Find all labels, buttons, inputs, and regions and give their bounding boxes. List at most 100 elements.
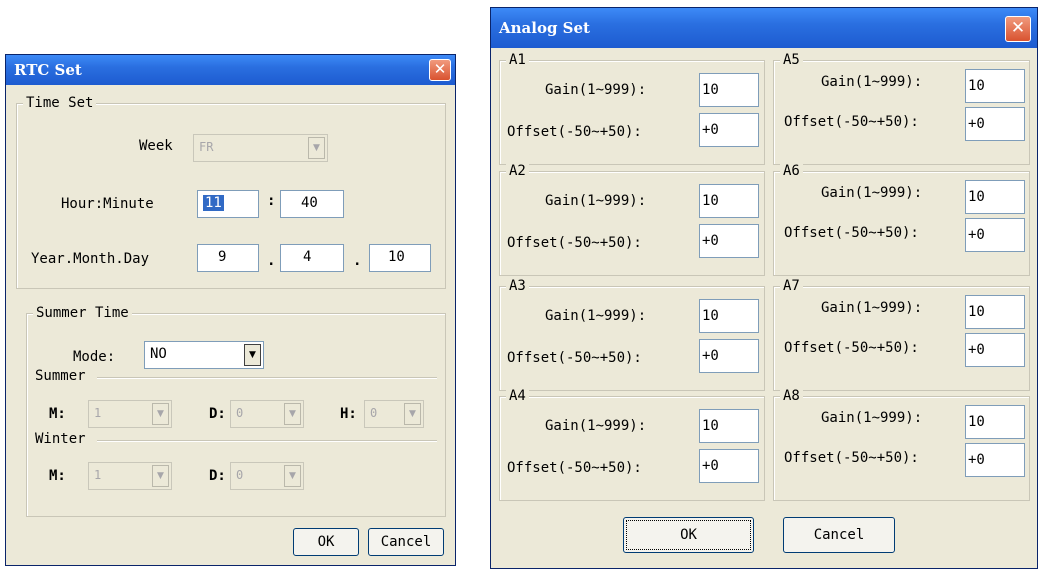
gain-label: Gain(1~999): [821, 300, 923, 316]
gain-value: 10 [702, 308, 719, 324]
summer-hour-label: H: [340, 406, 357, 422]
gain-input[interactable]: 10 [699, 184, 759, 218]
chevron-down-icon[interactable]: ▼ [244, 344, 261, 366]
rtc-title-bar[interactable]: RTC Set [6, 55, 455, 85]
day-input[interactable]: 10 [369, 244, 431, 272]
chevron-down-icon: ▼ [152, 465, 169, 487]
hour-value: 11 [203, 195, 224, 211]
channel-name: A7 [780, 278, 803, 294]
gain-input[interactable]: 10 [965, 69, 1025, 103]
summer-legend: Summer [33, 368, 88, 384]
offset-input[interactable]: +0 [699, 224, 759, 258]
gain-label: Gain(1~999): [545, 418, 647, 434]
summer-month-select[interactable]: 1 ▼ [88, 400, 172, 428]
winter-month-select[interactable]: 1 ▼ [88, 462, 172, 490]
gain-value: 10 [968, 304, 985, 320]
gain-value: 10 [702, 82, 719, 98]
summer-time-group: Summer Time Mode: NO ▼ Summer M: 1 ▼ D: … [26, 305, 446, 517]
gain-input[interactable]: 10 [965, 295, 1025, 329]
winter-day-value: 0 [236, 468, 244, 482]
channel-group-a5: A5 Gain(1~999): 10 Offset(-50~+50): +0 [773, 52, 1030, 165]
offset-label: Offset(-50~+50): [507, 235, 642, 251]
winter-day-select[interactable]: 0 ▼ [230, 462, 304, 490]
channel-name: A8 [780, 388, 803, 404]
offset-label: Offset(-50~+50): [784, 340, 919, 356]
gain-value: 10 [702, 418, 719, 434]
mode-label: Mode: [73, 349, 116, 365]
offset-value: +0 [968, 342, 985, 358]
summer-day-value: 0 [236, 406, 244, 420]
offset-value: +0 [702, 458, 719, 474]
summer-day-select[interactable]: 0 ▼ [230, 400, 304, 428]
gain-label: Gain(1~999): [821, 410, 923, 426]
offset-input[interactable]: +0 [965, 107, 1025, 141]
offset-input[interactable]: +0 [699, 339, 759, 373]
channel-name: A1 [506, 52, 529, 68]
mode-value: NO [150, 346, 167, 362]
rtc-close-icon[interactable]: ✕ [429, 59, 451, 81]
gain-label: Gain(1~999): [821, 185, 923, 201]
gain-value: 10 [968, 189, 985, 205]
offset-input[interactable]: +0 [699, 113, 759, 147]
analog-ok-button[interactable]: OK [623, 517, 754, 553]
offset-input[interactable]: +0 [965, 218, 1025, 252]
week-value: FR [199, 140, 214, 154]
analog-cancel-button[interactable]: Cancel [783, 517, 895, 553]
offset-value: +0 [702, 348, 719, 364]
ymd-dot-1: . [267, 253, 276, 269]
offset-value: +0 [702, 122, 719, 138]
offset-input[interactable]: +0 [699, 449, 759, 483]
week-select[interactable]: FR ▼ [193, 134, 328, 162]
year-input[interactable]: 9 [197, 244, 259, 272]
channel-name: A2 [506, 163, 529, 179]
offset-value: +0 [968, 116, 985, 132]
chevron-down-icon: ▼ [284, 403, 301, 425]
rtc-ok-button[interactable]: OK [293, 528, 359, 556]
month-input[interactable]: 4 [280, 244, 344, 272]
analog-set-dialog: Analog Set ✕ A1 Gain(1~999): 10 Offset(-50~… [490, 7, 1038, 569]
gain-input[interactable]: 10 [965, 180, 1025, 214]
gain-input[interactable]: 10 [965, 405, 1025, 439]
hour-input[interactable]: 11 [197, 190, 259, 218]
analog-title: Analog Set [499, 19, 590, 37]
minute-value: 40 [301, 195, 318, 211]
chevron-down-icon: ▼ [308, 137, 325, 159]
gain-input[interactable]: 10 [699, 409, 759, 443]
mode-select[interactable]: NO ▼ [144, 341, 264, 369]
winter-day-label: D: [209, 468, 226, 484]
summer-month-label: M: [49, 406, 66, 422]
analog-close-icon[interactable]: ✕ [1005, 16, 1031, 42]
channel-group-a7: A7 Gain(1~999): 10 Offset(-50~+50): +0 [773, 278, 1030, 391]
offset-input[interactable]: +0 [965, 333, 1025, 367]
summer-hour-value: 0 [370, 406, 378, 420]
rtc-title: RTC Set [14, 61, 82, 79]
day-value: 10 [388, 249, 405, 265]
hour-minute-separator: : [267, 193, 276, 209]
channel-name: A4 [506, 388, 529, 404]
ymd-dot-2: . [353, 253, 362, 269]
gain-label: Gain(1~999): [545, 308, 647, 324]
summer-hour-select[interactable]: 0 ▼ [364, 400, 424, 428]
analog-title-bar[interactable]: Analog Set [491, 8, 1037, 48]
chevron-down-icon: ▼ [404, 403, 421, 425]
channel-name: A6 [780, 163, 803, 179]
offset-label: Offset(-50~+50): [784, 225, 919, 241]
offset-input[interactable]: +0 [965, 443, 1025, 477]
minute-input[interactable]: 40 [280, 190, 344, 218]
channel-name: A5 [780, 52, 803, 68]
gain-input[interactable]: 10 [699, 73, 759, 107]
offset-label: Offset(-50~+50): [507, 350, 642, 366]
gain-label: Gain(1~999): [545, 82, 647, 98]
offset-label: Offset(-50~+50): [784, 450, 919, 466]
rtc-cancel-button[interactable]: Cancel [368, 528, 444, 556]
hour-minute-label: Hour:Minute [61, 196, 154, 212]
gain-label: Gain(1~999): [821, 74, 923, 90]
week-label: Week [139, 138, 173, 154]
gain-value: 10 [702, 193, 719, 209]
channel-group-a3: A3 Gain(1~999): 10 Offset(-50~+50): +0 [499, 278, 765, 391]
gain-value: 10 [968, 414, 985, 430]
offset-value: +0 [968, 452, 985, 468]
time-set-group: Time Set Week FR ▼ Hour:Minute 11 : 40 Y… [16, 95, 446, 289]
gain-input[interactable]: 10 [699, 299, 759, 333]
gain-label: Gain(1~999): [545, 193, 647, 209]
